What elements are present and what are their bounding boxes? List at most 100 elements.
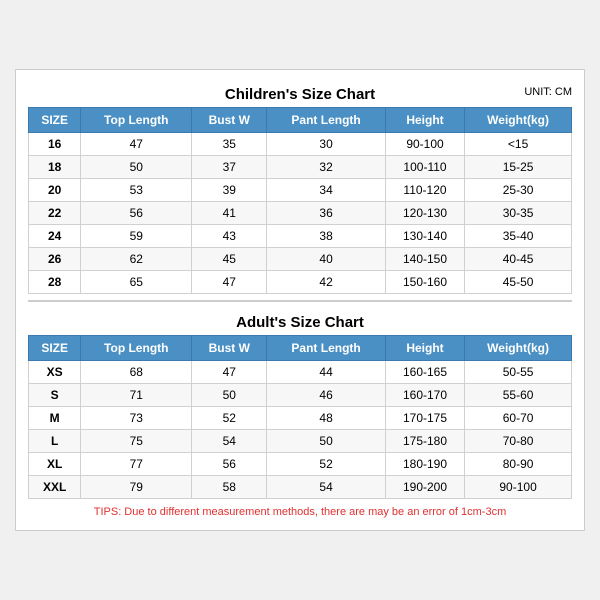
adults-col-height: Height xyxy=(385,336,464,361)
table-cell: 62 xyxy=(81,248,192,271)
children-table: SIZE Top Length Bust W Pant Length Heigh… xyxy=(28,107,572,294)
unit-label: UNIT: CM xyxy=(524,86,572,98)
table-cell: L xyxy=(29,430,81,453)
table-cell: 52 xyxy=(267,453,386,476)
table-cell: 170-175 xyxy=(385,407,464,430)
table-cell: 80-90 xyxy=(465,453,572,476)
table-cell: 40-45 xyxy=(465,248,572,271)
table-cell: 34 xyxy=(267,179,386,202)
children-col-bust: Bust W xyxy=(192,108,267,133)
table-cell: 16 xyxy=(29,133,81,156)
table-cell: 36 xyxy=(267,202,386,225)
table-cell: 40 xyxy=(267,248,386,271)
table-cell: 35-40 xyxy=(465,225,572,248)
table-cell: 56 xyxy=(192,453,267,476)
table-cell: 20 xyxy=(29,179,81,202)
table-cell: 32 xyxy=(267,156,386,179)
adults-title: Adult's Size Chart xyxy=(28,308,572,335)
table-cell: 30-35 xyxy=(465,202,572,225)
table-cell: 45-50 xyxy=(465,271,572,294)
table-cell: XL xyxy=(29,453,81,476)
table-cell: 55-60 xyxy=(465,384,572,407)
table-cell: 18 xyxy=(29,156,81,179)
table-cell: 15-25 xyxy=(465,156,572,179)
adults-col-bust: Bust W xyxy=(192,336,267,361)
table-cell: 25-30 xyxy=(465,179,572,202)
table-cell: 160-170 xyxy=(385,384,464,407)
table-cell: 42 xyxy=(267,271,386,294)
table-cell: 47 xyxy=(192,361,267,384)
table-cell: 50 xyxy=(267,430,386,453)
adults-col-size: SIZE xyxy=(29,336,81,361)
table-cell: 44 xyxy=(267,361,386,384)
table-cell: 110-120 xyxy=(385,179,464,202)
table-row: 28654742150-16045-50 xyxy=(29,271,572,294)
table-cell: 120-130 xyxy=(385,202,464,225)
adults-title-text: Adult's Size Chart xyxy=(236,314,364,331)
table-cell: 77 xyxy=(81,453,192,476)
table-cell: 79 xyxy=(81,476,192,499)
section-divider xyxy=(28,300,572,302)
children-title-text: Children's Size Chart xyxy=(225,86,375,103)
table-cell: 90-100 xyxy=(385,133,464,156)
table-cell: M xyxy=(29,407,81,430)
table-row: 22564136120-13030-35 xyxy=(29,202,572,225)
table-cell: 54 xyxy=(267,476,386,499)
children-title: Children's Size Chart UNIT: CM xyxy=(28,80,572,107)
table-row: XL775652180-19080-90 xyxy=(29,453,572,476)
table-cell: 26 xyxy=(29,248,81,271)
adults-header-row: SIZE Top Length Bust W Pant Length Heigh… xyxy=(29,336,572,361)
table-cell: 60-70 xyxy=(465,407,572,430)
table-cell: 180-190 xyxy=(385,453,464,476)
table-cell: 47 xyxy=(81,133,192,156)
table-cell: 46 xyxy=(267,384,386,407)
children-col-weight: Weight(kg) xyxy=(465,108,572,133)
table-cell: 73 xyxy=(81,407,192,430)
table-row: 26624540140-15040-45 xyxy=(29,248,572,271)
children-col-top-length: Top Length xyxy=(81,108,192,133)
chart-container: Children's Size Chart UNIT: CM SIZE Top … xyxy=(15,69,585,531)
table-cell: 90-100 xyxy=(465,476,572,499)
table-cell: 43 xyxy=(192,225,267,248)
table-cell: 30 xyxy=(267,133,386,156)
table-cell: 39 xyxy=(192,179,267,202)
adults-col-weight: Weight(kg) xyxy=(465,336,572,361)
table-cell: 56 xyxy=(81,202,192,225)
table-cell: <15 xyxy=(465,133,572,156)
adults-col-pant: Pant Length xyxy=(267,336,386,361)
table-cell: 54 xyxy=(192,430,267,453)
tips-text: TIPS: Due to different measurement metho… xyxy=(28,504,572,520)
table-cell: 53 xyxy=(81,179,192,202)
table-cell: 59 xyxy=(81,225,192,248)
table-cell: 100-110 xyxy=(385,156,464,179)
table-row: 20533934110-12025-30 xyxy=(29,179,572,202)
table-cell: 58 xyxy=(192,476,267,499)
table-row: M735248170-17560-70 xyxy=(29,407,572,430)
table-row: 1647353090-100<15 xyxy=(29,133,572,156)
table-cell: 71 xyxy=(81,384,192,407)
table-cell: 50-55 xyxy=(465,361,572,384)
table-cell: 65 xyxy=(81,271,192,294)
adults-col-top-length: Top Length xyxy=(81,336,192,361)
table-cell: 75 xyxy=(81,430,192,453)
table-cell: 190-200 xyxy=(385,476,464,499)
table-row: XXL795854190-20090-100 xyxy=(29,476,572,499)
adults-table: SIZE Top Length Bust W Pant Length Heigh… xyxy=(28,335,572,499)
table-cell: 28 xyxy=(29,271,81,294)
children-col-pant: Pant Length xyxy=(267,108,386,133)
table-cell: 48 xyxy=(267,407,386,430)
table-cell: 24 xyxy=(29,225,81,248)
table-cell: 37 xyxy=(192,156,267,179)
table-cell: 68 xyxy=(81,361,192,384)
table-cell: 41 xyxy=(192,202,267,225)
table-row: 18503732100-11015-25 xyxy=(29,156,572,179)
table-cell: 70-80 xyxy=(465,430,572,453)
table-row: L755450175-18070-80 xyxy=(29,430,572,453)
table-cell: 50 xyxy=(81,156,192,179)
table-cell: 47 xyxy=(192,271,267,294)
table-cell: 52 xyxy=(192,407,267,430)
children-col-height: Height xyxy=(385,108,464,133)
children-col-size: SIZE xyxy=(29,108,81,133)
table-cell: 130-140 xyxy=(385,225,464,248)
table-cell: 35 xyxy=(192,133,267,156)
